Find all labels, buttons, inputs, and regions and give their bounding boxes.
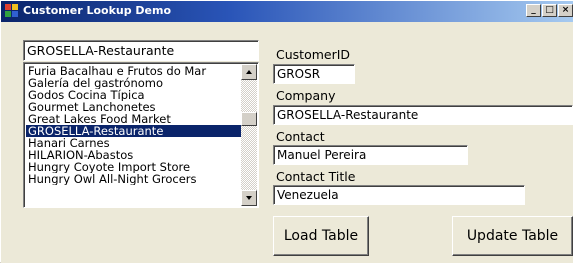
contact-title-value: Venezuela	[277, 188, 339, 202]
customer-id-field[interactable]: GROSR	[273, 64, 355, 84]
combo-value: GROSELLA-Restaurante	[27, 43, 175, 58]
list-item[interactable]: Hungry Coyote Import Store	[26, 161, 241, 173]
contact-title-label: Contact Title	[276, 169, 356, 184]
customer-search-combo[interactable]: GROSELLA-Restaurante	[23, 40, 259, 61]
list-item-selected[interactable]: GROSELLA-Restaurante	[26, 125, 241, 137]
scroll-thumb[interactable]	[241, 112, 257, 126]
company-value: GROSELLA-Restaurante	[277, 108, 419, 122]
list-item[interactable]: Hanari Carnes	[26, 137, 241, 149]
list-item[interactable]: Gourmet Lanchonetes	[26, 101, 241, 113]
maximize-button[interactable]: □	[542, 4, 557, 17]
contact-label: Contact	[276, 129, 325, 144]
window-title: Customer Lookup Demo	[23, 4, 172, 17]
list-item[interactable]: Godos Cocina Típica	[26, 89, 241, 101]
company-field[interactable]: GROSELLA-Restaurante	[273, 105, 573, 125]
listbox-scrollbar[interactable]	[241, 64, 257, 206]
list-item[interactable]: HILARION-Abastos	[26, 149, 241, 161]
scroll-up-button[interactable]	[241, 64, 257, 80]
close-button[interactable]: ×	[558, 4, 573, 17]
list-item[interactable]: Hungry Owl All-Night Grocers	[26, 173, 241, 185]
list-item[interactable]: Galería del gastrónomo	[26, 77, 241, 89]
arrow-down-icon	[246, 196, 252, 200]
customer-id-label: CustomerID	[276, 47, 351, 62]
scroll-down-button[interactable]	[241, 190, 257, 206]
list-item[interactable]: Furia Bacalhau e Frutos do Mar	[26, 65, 241, 77]
contact-value: Manuel Pereira	[277, 148, 367, 162]
arrow-up-icon	[246, 70, 252, 74]
load-table-button[interactable]: Load Table	[273, 216, 369, 256]
minimize-button[interactable]: _	[526, 4, 541, 17]
list-item[interactable]: Great Lakes Food Market	[26, 113, 241, 125]
contact-field[interactable]: Manuel Pereira	[273, 145, 468, 165]
company-label: Company	[276, 88, 336, 103]
client-area: GROSELLA-Restaurante Furia Bacalhau e Fr…	[1, 22, 573, 263]
contact-title-field[interactable]: Venezuela	[273, 185, 525, 205]
customer-id-value: GROSR	[277, 67, 321, 81]
app-window-icon	[5, 4, 19, 18]
update-table-button[interactable]: Update Table	[452, 216, 573, 256]
app-window: Customer Lookup Demo _ □ × GROSELLA-Rest…	[0, 0, 573, 263]
title-bar[interactable]: Customer Lookup Demo _ □ ×	[1, 1, 573, 22]
customer-listbox[interactable]: Furia Bacalhau e Frutos do Mar Galería d…	[23, 62, 259, 208]
